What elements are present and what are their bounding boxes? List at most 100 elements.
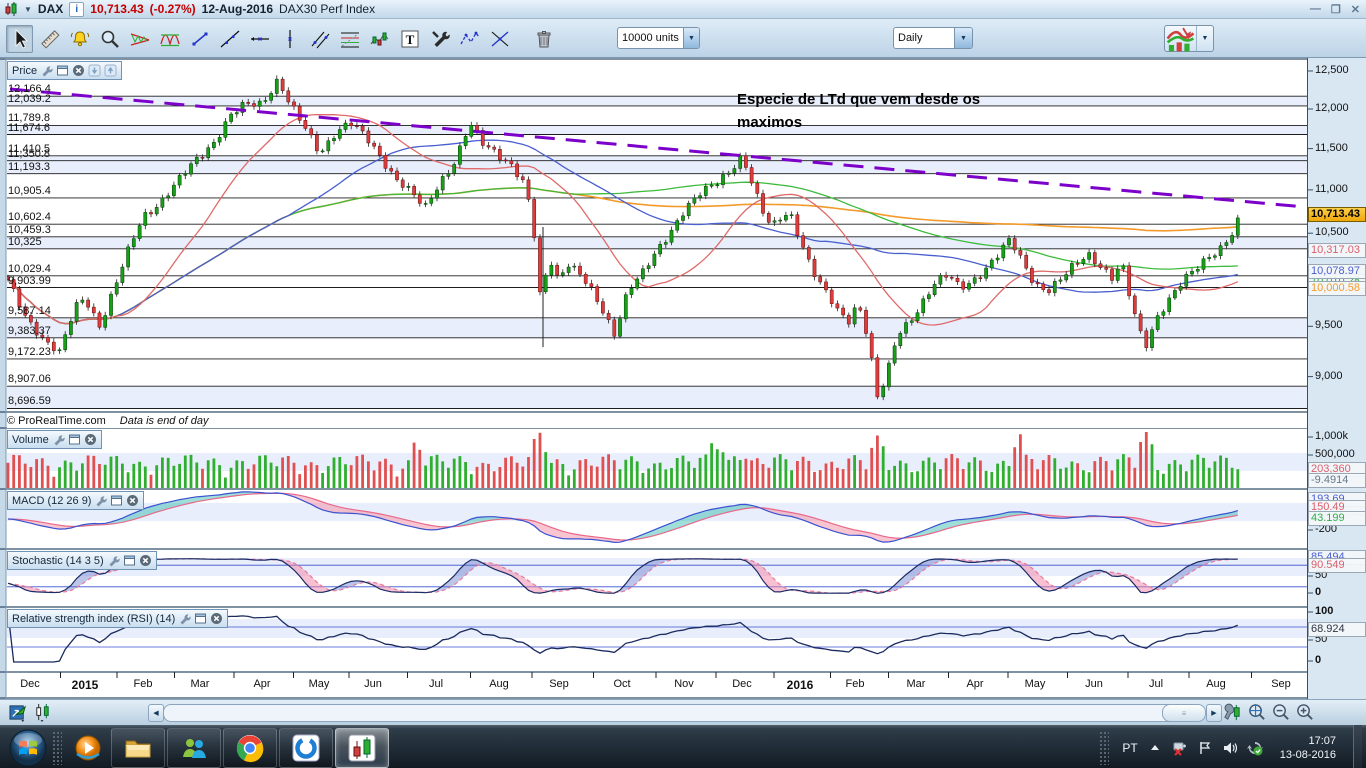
drawing-settings-tool-icon[interactable] (426, 25, 453, 53)
close-icon[interactable] (72, 64, 85, 77)
rsi-panel-header[interactable]: Relative strength index (RSI) (14) (7, 609, 228, 628)
hidden-icons-arrow-icon[interactable] (1147, 740, 1163, 756)
window-icon[interactable] (68, 433, 81, 446)
chart-type-button[interactable]: ▼ (1164, 25, 1214, 52)
ruler-tool-icon[interactable] (36, 25, 63, 53)
price-panel-header[interactable]: Price (7, 61, 122, 80)
price-level-label: 8,907.06 (8, 373, 51, 385)
index-name: DAX30 Perf Index (279, 2, 375, 16)
scroll-left-button[interactable]: ◀ (148, 704, 164, 722)
minimize-button[interactable]: — (1310, 3, 1321, 16)
taskbar-app-prorealtime[interactable] (335, 728, 389, 768)
scroll-right-button[interactable]: ▶ (1206, 704, 1222, 722)
window-icon[interactable] (56, 64, 69, 77)
price-axis-label: 10,500 (1315, 226, 1349, 238)
pattern-triangle-tool-icon[interactable] (126, 25, 153, 53)
chart-settings-icon[interactable] (1222, 702, 1243, 722)
delete-tool-icon[interactable] (530, 25, 557, 53)
symbol-label[interactable]: DAX (38, 2, 63, 16)
zoom-out-icon[interactable] (1270, 702, 1291, 722)
annotation-line2: maximos (737, 111, 980, 134)
price-level-label: 8,696.59 (8, 395, 51, 407)
volume-axis-label: 500,000 (1315, 448, 1355, 460)
crossed-lines-tool-icon[interactable] (486, 25, 513, 53)
arrow-down-icon[interactable] (88, 64, 101, 77)
scrollbar-track[interactable] (163, 704, 1205, 722)
price-badge: 10,078.97 (1308, 264, 1366, 279)
window-icon[interactable] (123, 554, 136, 567)
flag-icon[interactable] (1197, 740, 1213, 756)
vertical-line-tool-icon[interactable] (276, 25, 303, 53)
forecast-tool-icon[interactable] (366, 25, 393, 53)
close-icon[interactable] (84, 433, 97, 446)
price-level-label: 11,193.3 (8, 161, 50, 173)
taskbar-app-explorer[interactable] (111, 728, 165, 768)
pointer-tool-icon[interactable] (6, 25, 33, 53)
wrench-icon[interactable] (40, 64, 53, 77)
macd-badge: 43.199 (1308, 511, 1366, 526)
chart-annotation[interactable]: Especie de LTd que vem desde os maximos (737, 88, 980, 134)
zoom-in-icon[interactable] (1294, 702, 1315, 722)
chevron-down-icon: ▼ (683, 28, 699, 48)
x-axis-month-label: Jul (429, 678, 443, 690)
scrollbar-thumb[interactable]: ≡ (1162, 704, 1206, 722)
close-icon[interactable] (210, 612, 223, 625)
window-icon[interactable] (110, 494, 123, 507)
close-icon[interactable] (126, 494, 139, 507)
close-icon[interactable] (139, 554, 152, 567)
taskbar-app-messenger[interactable] (167, 728, 221, 768)
text-tool-icon[interactable]: T (396, 25, 423, 53)
restore-button[interactable]: ❐ (1331, 3, 1341, 16)
prorealtime-window: ▼ DAX i 10,713.43 (-0.27%) 12-Aug-2016 D… (0, 0, 1366, 768)
wrench-icon[interactable] (94, 494, 107, 507)
macd-panel-label: MACD (12 26 9) (12, 495, 91, 507)
alert-tool-icon[interactable] (66, 25, 93, 53)
price-panel-label: Price (12, 65, 37, 77)
stochastic-panel-header[interactable]: Stochastic (14 3 5) (7, 551, 157, 570)
arrow-up-icon[interactable] (104, 64, 117, 77)
title-bar: ▼ DAX i 10,713.43 (-0.27%) 12-Aug-2016 D… (0, 0, 1366, 19)
annotation-line1: Especie de LTd que vem desde os (737, 88, 980, 111)
macd-panel-header[interactable]: MACD (12 26 9) (7, 491, 144, 510)
fibonacci-tool-icon[interactable] (336, 25, 363, 53)
close-button[interactable]: ✕ (1351, 3, 1360, 16)
segment-tool-icon[interactable] (186, 25, 213, 53)
show-desktop-button[interactable] (1353, 725, 1362, 768)
price-axis-label: 12,500 (1315, 64, 1349, 76)
symbol-dropdown-arrow[interactable]: ▼ (24, 5, 32, 14)
taskbar-app-media-player[interactable] (67, 728, 109, 768)
wrench-icon[interactable] (52, 433, 65, 446)
zoom-selection-icon[interactable] (1246, 702, 1267, 722)
units-dropdown[interactable]: 10000 units ▼ (617, 27, 700, 49)
volume-panel-header[interactable]: Volume (7, 430, 102, 449)
chart-canvas[interactable] (0, 58, 1366, 699)
pattern-double-top-tool-icon[interactable] (156, 25, 183, 53)
window-icon[interactable] (194, 612, 207, 625)
wrench-icon[interactable] (178, 612, 191, 625)
wrench-icon[interactable] (107, 554, 120, 567)
x-axis-month-label: Dec (732, 678, 752, 690)
candle-style-icon[interactable] (32, 702, 53, 722)
taskbar-app-blue-app[interactable] (279, 728, 333, 768)
clock-date: 13-08-2016 (1280, 748, 1336, 762)
language-indicator[interactable]: PT (1122, 741, 1137, 755)
zoom-tool-icon[interactable] (96, 25, 123, 53)
price-level-label: 11,674.6 (8, 122, 50, 134)
network-plug-icon[interactable] (1172, 740, 1188, 756)
x-axis-month-label: Apr (253, 678, 270, 690)
x-axis-month-label: Feb (134, 678, 153, 690)
extended-line-tool-icon[interactable] (216, 25, 243, 53)
zigzag-tool-icon[interactable] (456, 25, 483, 53)
sync-icon[interactable] (1247, 740, 1263, 756)
taskbar-app-chrome[interactable] (223, 728, 277, 768)
horizontal-line-tool-icon[interactable] (246, 25, 273, 53)
timeframe-dropdown[interactable]: Daily ▼ (893, 27, 973, 49)
chart-export-icon[interactable] (8, 702, 29, 722)
speaker-icon[interactable] (1222, 740, 1238, 756)
start-button[interactable] (8, 728, 48, 768)
timeframe-value: Daily (894, 32, 954, 44)
price-level-label: 10,029.4 (8, 263, 51, 275)
taskbar-clock[interactable]: 17:07 13-08-2016 (1272, 734, 1344, 762)
parallel-lines-tool-icon[interactable] (306, 25, 333, 53)
info-icon[interactable]: i (69, 2, 84, 17)
